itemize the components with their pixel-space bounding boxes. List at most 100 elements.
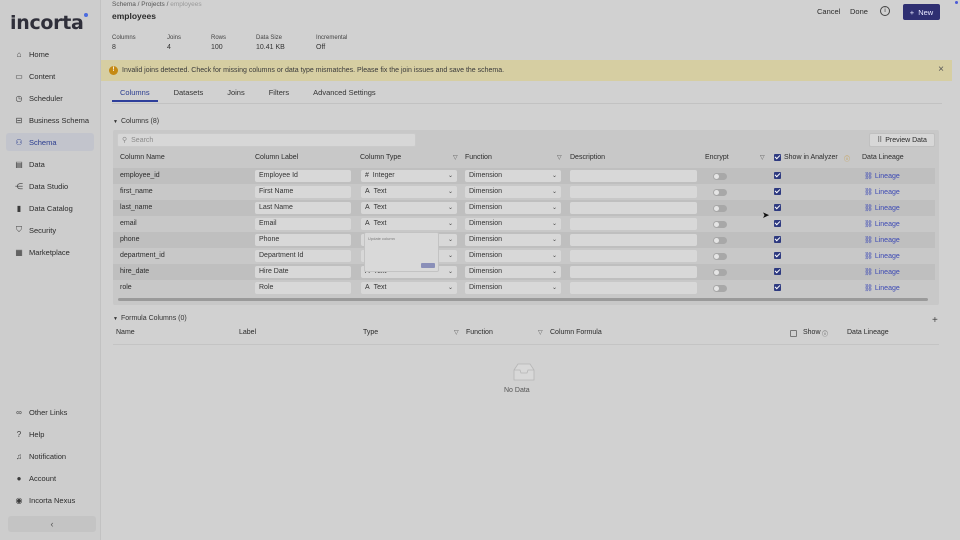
show-in-analyzer-checkbox[interactable] <box>774 220 781 227</box>
show-all-checkbox[interactable] <box>790 330 797 337</box>
add-formula-column-button[interactable]: + <box>932 315 938 326</box>
formula-header-lineage[interactable]: Data Lineage <box>847 329 889 336</box>
header-column-type[interactable]: Column Type <box>360 154 401 161</box>
show-in-analyzer-checkbox[interactable] <box>774 252 781 259</box>
header-column-name[interactable]: Column Name <box>120 154 165 161</box>
lineage-link[interactable]: ⛓ Lineage <box>864 188 900 196</box>
function-select[interactable]: Dimension ⌄ <box>465 282 561 294</box>
cancel-button[interactable]: Cancel <box>817 7 840 16</box>
show-in-analyzer-checkbox[interactable] <box>774 188 781 195</box>
sidebar-item-business-schema[interactable]: ⊟ Business Schema <box>6 111 94 129</box>
sidebar-item-other-links[interactable]: ∞ Other Links <box>6 403 94 421</box>
column-label-input[interactable]: Email <box>255 218 351 230</box>
horizontal-scrollbar[interactable] <box>118 298 928 301</box>
preview-data-button[interactable]: ⠿ Preview Data <box>869 133 935 147</box>
header-show-in-analyzer[interactable]: Show in Analyzer <box>784 154 838 161</box>
lineage-link[interactable]: ⛓ Lineage <box>864 268 900 276</box>
description-input[interactable] <box>570 282 697 294</box>
column-label-input[interactable]: Department Id <box>255 250 351 262</box>
lineage-link[interactable]: ⛓ Lineage <box>864 252 900 260</box>
filter-icon[interactable]: ▽ <box>760 154 765 161</box>
column-label-input[interactable]: Phone <box>255 234 351 246</box>
column-label-input[interactable]: Role <box>255 282 351 294</box>
sidebar-item-security[interactable]: ⛉ Security <box>6 221 94 239</box>
formula-header-type[interactable]: Type <box>363 329 378 336</box>
formula-header-label[interactable]: Label <box>239 329 256 336</box>
column-type-select[interactable]: A Text⌄ <box>361 218 457 230</box>
formula-section-toggle[interactable]: ▼ Formula Columns (0) <box>113 315 187 322</box>
sidebar-item-notification[interactable]: ♫ Notification <box>6 447 94 465</box>
function-select[interactable]: Dimension ⌄ <box>465 234 561 246</box>
show-in-analyzer-checkbox[interactable] <box>774 284 781 291</box>
description-input[interactable] <box>570 218 697 230</box>
function-select[interactable]: Dimension ⌄ <box>465 186 561 198</box>
formula-header-function[interactable]: Function <box>466 329 493 336</box>
sidebar-item-marketplace[interactable]: ▦ Marketplace <box>6 243 94 261</box>
header-function[interactable]: Function <box>465 154 492 161</box>
encrypt-toggle[interactable] <box>713 269 727 276</box>
search-input[interactable]: ⚲ Search <box>117 133 416 147</box>
sidebar-item-data-studio[interactable]: ⋲ Data Studio <box>6 177 94 195</box>
header-description[interactable]: Description <box>570 154 605 161</box>
formula-header-name[interactable]: Name <box>116 329 135 336</box>
header-encrypt[interactable]: Encrypt <box>705 154 729 161</box>
encrypt-toggle[interactable] <box>713 173 727 180</box>
function-select[interactable]: Dimension ⌄ <box>465 218 561 230</box>
description-input[interactable] <box>570 186 697 198</box>
new-button[interactable]: + New <box>903 4 940 20</box>
sidebar-item-home[interactable]: ⌂ Home <box>6 45 94 63</box>
filter-icon[interactable]: ▽ <box>454 329 459 336</box>
sidebar-item-data[interactable]: ▤ Data <box>6 155 94 173</box>
incorta-logo[interactable]: incorta <box>10 12 88 34</box>
description-input[interactable] <box>570 250 697 262</box>
sidebar-item-help[interactable]: ? Help <box>6 425 94 443</box>
info-icon[interactable]: i <box>880 6 890 16</box>
show-in-analyzer-checkbox[interactable] <box>774 204 781 211</box>
function-select[interactable]: Dimension ⌄ <box>465 250 561 262</box>
filter-icon[interactable]: ▽ <box>453 154 458 161</box>
sidebar-item-schema[interactable]: ⚇ Schema <box>6 133 94 151</box>
sidebar-item-incorta-nexus[interactable]: ◉ Incorta Nexus <box>6 491 94 509</box>
lineage-link[interactable]: ⛓ Lineage <box>864 204 900 212</box>
sidebar-item-content[interactable]: ▭ Content <box>6 67 94 85</box>
function-select[interactable]: Dimension ⌄ <box>465 266 561 278</box>
encrypt-toggle[interactable] <box>713 253 727 260</box>
formula-header-formula[interactable]: Column Formula <box>550 329 602 336</box>
tab-columns[interactable]: Columns <box>112 84 158 102</box>
filter-icon[interactable]: ▽ <box>538 329 543 336</box>
tab-datasets[interactable]: Datasets <box>166 84 212 102</box>
column-label-input[interactable]: Employee Id <box>255 170 351 182</box>
column-label-input[interactable]: Hire Date <box>255 266 351 278</box>
filter-icon[interactable]: ▽ <box>557 154 562 161</box>
column-type-select[interactable]: A Text⌄ <box>361 282 457 294</box>
sidebar-item-data-catalog[interactable]: ▮ Data Catalog <box>6 199 94 217</box>
encrypt-toggle[interactable] <box>713 189 727 196</box>
column-type-select[interactable]: # Integer⌄ <box>361 170 457 182</box>
lineage-link[interactable]: ⛓ Lineage <box>864 220 900 228</box>
description-input[interactable] <box>570 170 697 182</box>
collapse-sidebar-button[interactable]: ‹ <box>8 516 96 532</box>
close-icon[interactable]: × <box>938 64 944 75</box>
breadcrumb-projects[interactable]: Projects <box>141 1 164 8</box>
column-label-input[interactable]: First Name <box>255 186 351 198</box>
lineage-link[interactable]: ⛓ Lineage <box>864 284 900 292</box>
lineage-link[interactable]: ⛓ Lineage <box>864 172 900 180</box>
formula-header-show[interactable]: Show <box>803 329 821 336</box>
encrypt-toggle[interactable] <box>713 221 727 228</box>
column-type-select[interactable]: A Text⌄ <box>361 186 457 198</box>
encrypt-toggle[interactable] <box>713 285 727 292</box>
column-label-input[interactable]: Last Name <box>255 202 351 214</box>
sidebar-item-account[interactable]: ● Account <box>6 469 94 487</box>
popover-confirm-button[interactable] <box>421 263 435 268</box>
description-input[interactable] <box>570 266 697 278</box>
tab-filters[interactable]: Filters <box>261 84 297 102</box>
breadcrumb-schema[interactable]: Schema <box>112 1 136 8</box>
description-input[interactable] <box>570 234 697 246</box>
function-select[interactable]: Dimension ⌄ <box>465 170 561 182</box>
encrypt-toggle[interactable] <box>713 237 727 244</box>
show-in-analyzer-checkbox[interactable] <box>774 236 781 243</box>
show-in-analyzer-checkbox[interactable] <box>774 172 781 179</box>
show-in-analyzer-all-checkbox[interactable] <box>774 154 781 161</box>
show-in-analyzer-checkbox[interactable] <box>774 268 781 275</box>
header-data-lineage[interactable]: Data Lineage <box>862 154 904 161</box>
